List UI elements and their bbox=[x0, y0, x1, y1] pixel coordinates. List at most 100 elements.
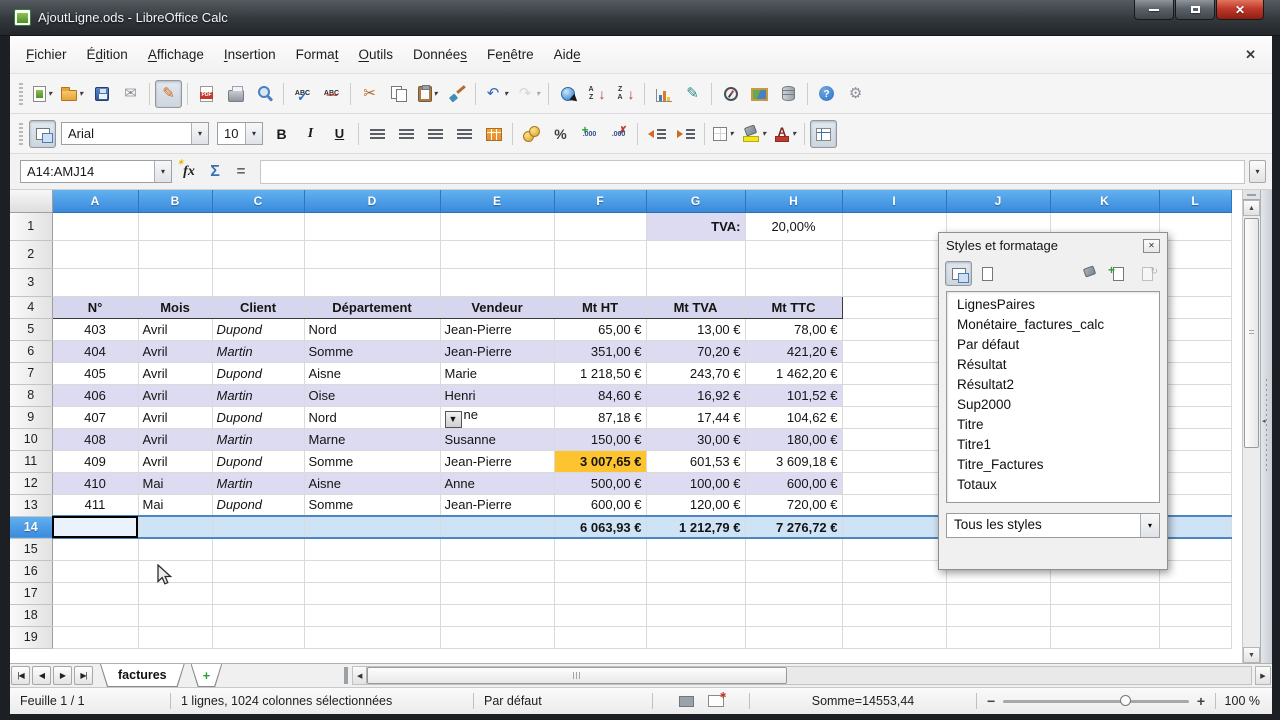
cell-i13[interactable] bbox=[842, 494, 946, 516]
cell-l19[interactable] bbox=[1159, 626, 1231, 648]
cell-a7[interactable]: 405 bbox=[52, 362, 138, 384]
row-header-9[interactable]: 9 bbox=[10, 406, 52, 428]
cell-i4[interactable] bbox=[842, 296, 946, 318]
zoom-slider[interactable]: − + bbox=[977, 693, 1215, 709]
cell-f4[interactable]: Mt HT bbox=[554, 296, 646, 318]
cell-i5[interactable] bbox=[842, 318, 946, 340]
cell-l10[interactable] bbox=[1159, 428, 1231, 450]
increase-indent-button[interactable] bbox=[672, 120, 699, 148]
cell-e12[interactable]: Anne bbox=[440, 472, 554, 494]
close-document-icon[interactable]: ✕ bbox=[1235, 47, 1266, 63]
style-item-resultat2[interactable]: Résultat2 bbox=[947, 375, 1159, 395]
cell-g17[interactable] bbox=[646, 582, 745, 604]
cell-d8[interactable]: Oise bbox=[304, 384, 440, 406]
column-header-j[interactable]: J bbox=[946, 190, 1050, 212]
cell-d1[interactable] bbox=[304, 212, 440, 240]
sheet-number-status[interactable]: Feuille 1 / 1 bbox=[10, 694, 170, 708]
cell-i2[interactable] bbox=[842, 240, 946, 268]
cell-i12[interactable] bbox=[842, 472, 946, 494]
currency-format-button[interactable] bbox=[518, 120, 545, 148]
cell-g5[interactable]: 13,00 € bbox=[646, 318, 745, 340]
cell-d19[interactable] bbox=[304, 626, 440, 648]
cell-g19[interactable] bbox=[646, 626, 745, 648]
scroll-left-icon[interactable]: ◀ bbox=[353, 667, 367, 684]
cell-e8[interactable]: Henri bbox=[440, 384, 554, 406]
function-wizard-button[interactable]: fx bbox=[176, 160, 202, 184]
cell-b6[interactable]: Avril bbox=[138, 340, 212, 362]
horizontal-scroll-thumb[interactable] bbox=[367, 667, 787, 684]
cell-h1[interactable]: 20,00% bbox=[745, 212, 842, 240]
cell-c7[interactable]: Dupond bbox=[212, 362, 304, 384]
cell-d13[interactable]: Somme bbox=[304, 494, 440, 516]
cell-f8[interactable]: 84,60 € bbox=[554, 384, 646, 406]
row-header-16[interactable]: 16 bbox=[10, 560, 52, 582]
cell-g9[interactable]: 17,44 € bbox=[646, 406, 745, 428]
row-header-18[interactable]: 18 bbox=[10, 604, 52, 626]
cell-a19[interactable] bbox=[52, 626, 138, 648]
cell-g8[interactable]: 16,92 € bbox=[646, 384, 745, 406]
cell-styles-button[interactable] bbox=[945, 261, 972, 286]
cell-d18[interactable] bbox=[304, 604, 440, 626]
cell-b15[interactable] bbox=[138, 538, 212, 560]
dropdown-arrow-icon[interactable]: ▾ bbox=[504, 89, 508, 98]
style-item-sup2000[interactable]: Sup2000 bbox=[947, 395, 1159, 415]
cell-j17[interactable] bbox=[946, 582, 1050, 604]
cell-c5[interactable]: Dupond bbox=[212, 318, 304, 340]
styles-list[interactable]: LignesPairesMonétaire_factures_calcPar d… bbox=[946, 291, 1160, 503]
undo-button[interactable]: ↶▾ bbox=[481, 80, 511, 108]
name-box-dropdown-icon[interactable]: ▾ bbox=[154, 161, 171, 182]
cell-e9[interactable]: ne bbox=[440, 406, 554, 428]
cell-f7[interactable]: 1 218,50 € bbox=[554, 362, 646, 384]
cell-a8[interactable]: 406 bbox=[52, 384, 138, 406]
cell-a18[interactable] bbox=[52, 604, 138, 626]
cell-d11[interactable]: Somme bbox=[304, 450, 440, 472]
cell-b18[interactable] bbox=[138, 604, 212, 626]
cell-h2[interactable] bbox=[745, 240, 842, 268]
dropdown-arrow-icon[interactable]: ▾ bbox=[79, 89, 83, 98]
cell-c15[interactable] bbox=[212, 538, 304, 560]
cell-d6[interactable]: Somme bbox=[304, 340, 440, 362]
cell-c10[interactable]: Martin bbox=[212, 428, 304, 450]
align-left-button[interactable] bbox=[364, 120, 391, 148]
cell-i8[interactable] bbox=[842, 384, 946, 406]
gallery-button[interactable] bbox=[746, 80, 773, 108]
sum-button[interactable]: Σ bbox=[202, 160, 228, 184]
data-sources-button[interactable] bbox=[775, 80, 802, 108]
cell-d7[interactable]: Aisne bbox=[304, 362, 440, 384]
cell-f13[interactable]: 600,00 € bbox=[554, 494, 646, 516]
row-header-15[interactable]: 15 bbox=[10, 538, 52, 560]
font-name-combo-dropdown-icon[interactable]: ▾ bbox=[191, 123, 208, 144]
sum-status[interactable]: Somme=14553,44 bbox=[750, 694, 976, 708]
zoom-slider-knob[interactable] bbox=[1120, 695, 1131, 706]
cell-b7[interactable]: Avril bbox=[138, 362, 212, 384]
cell-a9[interactable]: 407 bbox=[52, 406, 138, 428]
cell-c8[interactable]: Martin bbox=[212, 384, 304, 406]
last-sheet-icon[interactable]: ▶| bbox=[74, 666, 93, 685]
help-button[interactable] bbox=[813, 80, 840, 108]
cell-l16[interactable] bbox=[1159, 560, 1231, 582]
menu-donnees[interactable]: Données bbox=[403, 42, 477, 67]
style-item-pardefaut[interactable]: Par défaut bbox=[947, 335, 1159, 355]
cell-l7[interactable] bbox=[1159, 362, 1231, 384]
cell-a15[interactable] bbox=[52, 538, 138, 560]
column-header-b[interactable]: B bbox=[138, 190, 212, 212]
styles-window-button[interactable] bbox=[29, 120, 56, 148]
font-name-combo[interactable]: Arial▾ bbox=[61, 122, 209, 145]
cell-c6[interactable]: Martin bbox=[212, 340, 304, 362]
row-header-10[interactable]: 10 bbox=[10, 428, 52, 450]
cell-d10[interactable]: Marne bbox=[304, 428, 440, 450]
cell-j19[interactable] bbox=[946, 626, 1050, 648]
cell-l2[interactable] bbox=[1159, 240, 1231, 268]
cell-e2[interactable] bbox=[440, 240, 554, 268]
cell-i17[interactable] bbox=[842, 582, 946, 604]
cell-i1[interactable] bbox=[842, 212, 946, 240]
row-header-3[interactable]: 3 bbox=[10, 268, 52, 296]
cell-i9[interactable] bbox=[842, 406, 946, 428]
save-button[interactable] bbox=[88, 80, 115, 108]
cell-h8[interactable]: 101,52 € bbox=[745, 384, 842, 406]
cell-h9[interactable]: 104,62 € bbox=[745, 406, 842, 428]
name-box[interactable]: A14:AMJ14 ▾ bbox=[20, 160, 172, 183]
cell-l3[interactable] bbox=[1159, 268, 1231, 296]
cell-c16[interactable] bbox=[212, 560, 304, 582]
cell-l5[interactable] bbox=[1159, 318, 1231, 340]
